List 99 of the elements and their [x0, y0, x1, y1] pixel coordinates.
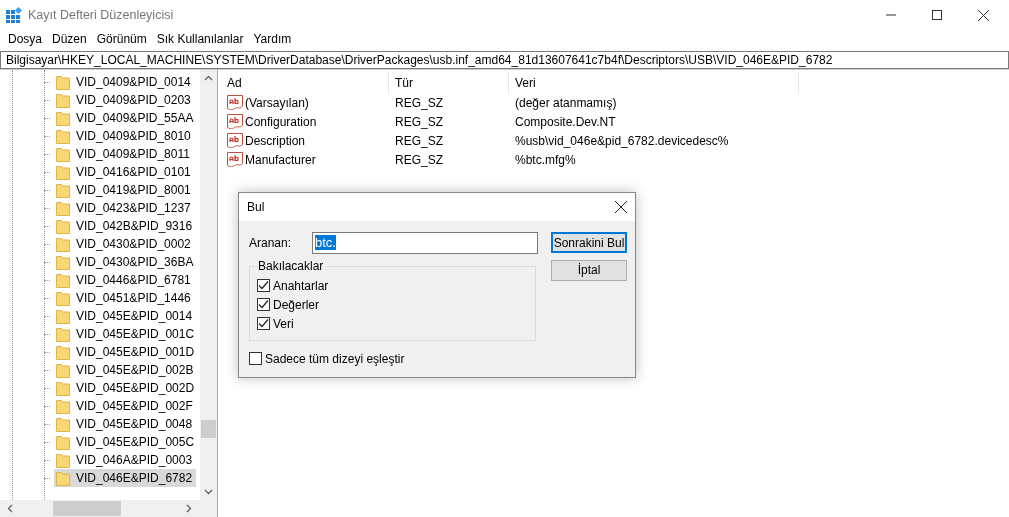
tree-item[interactable]: VID_0409&PID_8010 [54, 127, 195, 145]
tree-item[interactable]: VID_045E&PID_005C [54, 433, 199, 451]
checkbox[interactable] [257, 298, 270, 311]
string-value-icon [227, 95, 243, 110]
folder-icon [56, 182, 70, 198]
column-header[interactable]: Tür [389, 73, 509, 93]
folder-icon [56, 164, 70, 180]
folder-icon [56, 92, 70, 108]
value-data: Composite.Dev.NT [514, 113, 617, 131]
tree-item[interactable]: VID_0416&PID_0101 [54, 163, 195, 181]
tree-item[interactable]: VID_045E&PID_002F [54, 397, 197, 415]
tree-item[interactable]: VID_0423&PID_1237 [54, 199, 195, 217]
string-value-icon [227, 133, 243, 148]
scroll-up-icon[interactable] [204, 74, 213, 83]
value-type: REG_SZ [394, 151, 444, 169]
folder-icon [56, 362, 70, 378]
checkmark-icon [258, 299, 269, 310]
column-header[interactable]: Veri [509, 73, 799, 93]
folder-icon [56, 434, 70, 450]
search-field[interactable]: btc. [312, 232, 539, 254]
checkbox-label[interactable]: Anahtarlar [273, 276, 329, 295]
menu-item[interactable]: Sık Kullanılanlar [151, 30, 249, 50]
folder-icon [56, 110, 70, 126]
tree-item[interactable]: VID_045E&PID_0048 [54, 415, 197, 433]
folder-icon [56, 308, 70, 324]
value-type: REG_SZ [394, 132, 444, 150]
value-data: %usb\vid_046e&pid_6782.devicedesc% [514, 132, 730, 150]
folder-icon [56, 218, 70, 234]
tree-item[interactable]: VID_046E&PID_6782 [54, 469, 197, 487]
value-data: %btc.mfg% [514, 151, 577, 169]
tree-item[interactable]: VID_0409&PID_0203 [54, 91, 195, 109]
folder-icon [56, 200, 70, 216]
window-title: Kayıt Defteri Düzenleyicisi [28, 6, 175, 24]
value-name[interactable]: Description [245, 131, 306, 150]
tree-item[interactable]: VID_046A&PID_0003 [54, 451, 197, 469]
tree-item[interactable]: VID_0409&PID_0014 [54, 73, 195, 91]
tree-item[interactable]: VID_045E&PID_001C [54, 325, 199, 343]
scroll-down-icon[interactable] [204, 487, 213, 496]
close-icon[interactable] [615, 201, 627, 213]
tree-item[interactable]: VID_0430&PID_36BA [54, 253, 198, 271]
close-icon[interactable] [977, 9, 989, 21]
menu-item[interactable]: Görünüm [91, 30, 152, 50]
folder-icon [56, 380, 70, 396]
checkbox[interactable] [257, 279, 270, 292]
value-data: (değer atanmamış) [514, 94, 618, 112]
registry-app-icon [6, 7, 22, 23]
tree-item[interactable]: VID_0451&PID_1446 [54, 289, 195, 307]
cancel-button[interactable]: İptal [551, 260, 628, 281]
vertical-scrollbar[interactable] [200, 70, 217, 500]
checkbox-label[interactable]: Veri [273, 314, 294, 333]
address-bar[interactable]: Bilgisayar\HKEY_LOCAL_MACHINE\SYSTEM\DriverDatabase\DriverPackages\usb.inf_amd64_81d13607641c7b4f\Descriptors\USB\VID_046E&PID_6782 [0, 51, 1009, 69]
horizontal-scrollbar[interactable] [0, 500, 217, 517]
folder-icon [56, 236, 70, 252]
folder-icon [56, 326, 70, 342]
value-type: REG_SZ [394, 113, 444, 131]
folder-icon [56, 254, 70, 270]
menu-item[interactable]: Dosya [3, 30, 47, 50]
folder-icon [56, 470, 70, 486]
tree-item[interactable]: VID_042B&PID_9316 [54, 217, 197, 235]
scroll-right-icon[interactable] [184, 504, 193, 513]
folder-icon [56, 146, 70, 162]
menu-item[interactable]: Yardım [248, 30, 297, 50]
tree-item[interactable]: VID_0409&PID_55AA [54, 109, 198, 127]
folder-icon [56, 416, 70, 432]
tree-item[interactable]: VID_0430&PID_0002 [54, 235, 195, 253]
folder-icon [56, 272, 70, 288]
value-name[interactable]: Configuration [245, 112, 317, 131]
group-title: Bakılacaklar [256, 259, 326, 273]
menu-item[interactable]: Düzen [47, 30, 92, 50]
checkbox-label[interactable]: Sadece tüm dizeyi eşleştir [265, 349, 405, 368]
find-next-button[interactable]: Sonrakini Bul [551, 232, 628, 253]
tree-item[interactable]: VID_0446&PID_6781 [54, 271, 195, 289]
scroll-left-icon[interactable] [6, 504, 15, 513]
folder-icon [56, 290, 70, 306]
folder-icon [56, 74, 70, 90]
checkmark-icon [258, 280, 269, 291]
string-value-icon [227, 152, 243, 167]
checkbox[interactable] [249, 352, 262, 365]
search-label: Aranan: [249, 235, 292, 252]
tree-item[interactable]: VID_045E&PID_001D [54, 343, 199, 361]
checkbox-label[interactable]: Değerler [273, 295, 320, 314]
checkbox[interactable] [257, 317, 270, 330]
tree-item[interactable]: VID_0409&PID_8011 [54, 145, 194, 163]
value-name[interactable]: (Varsayılan) [245, 93, 309, 112]
tree-item[interactable]: VID_045E&PID_002D [54, 379, 199, 397]
folder-icon [56, 344, 70, 360]
value-type: REG_SZ [394, 94, 444, 112]
tree-item[interactable]: VID_0419&PID_8001 [54, 181, 195, 199]
folder-icon [56, 398, 70, 414]
folder-icon [56, 452, 70, 468]
column-header[interactable]: Ad [221, 73, 389, 93]
maximize-icon[interactable] [932, 10, 942, 20]
string-value-icon [227, 114, 243, 129]
dialog-title: Bul [247, 199, 265, 216]
value-name[interactable]: Manufacturer [245, 150, 316, 169]
folder-icon [56, 128, 70, 144]
checkmark-icon [258, 318, 269, 329]
tree-item[interactable]: VID_045E&PID_0014 [54, 307, 197, 325]
tree-item[interactable]: VID_045E&PID_002B [54, 361, 198, 379]
